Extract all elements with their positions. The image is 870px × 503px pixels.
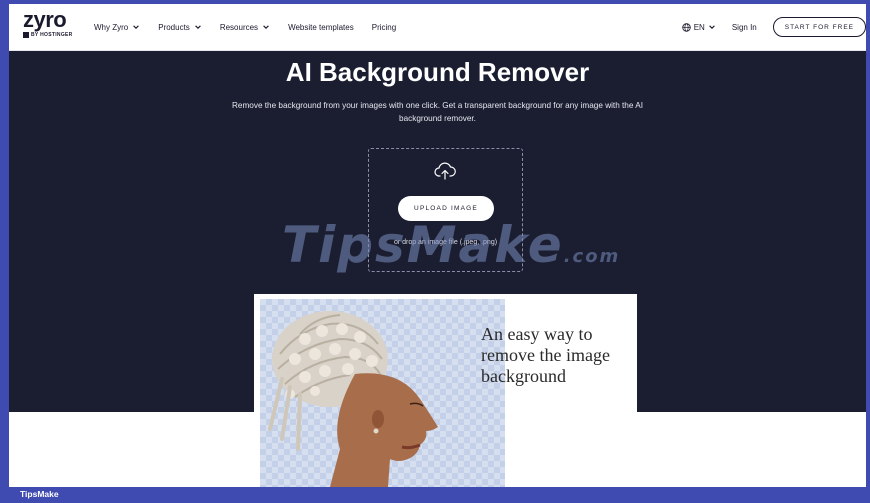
nav-item-pricing[interactable]: Pricing xyxy=(372,23,396,32)
language-selector[interactable]: EN xyxy=(681,22,716,32)
image-drop-zone[interactable]: UPLOAD IMAGE or drop an image file (.jpe… xyxy=(368,148,523,272)
footer-brand: TipsMake xyxy=(20,489,59,499)
cloud-upload-icon xyxy=(434,162,456,180)
chevron-down-icon xyxy=(195,25,201,29)
logo-byline-text: BY HOSTINGER xyxy=(31,32,73,38)
logo-wordmark: zyro xyxy=(23,7,67,32)
demo-portrait-image xyxy=(260,299,505,487)
frame-right-border xyxy=(866,0,870,503)
hero-subtitle: Remove the background from your images w… xyxy=(232,101,643,123)
start-for-free-button[interactable]: START FOR FREE xyxy=(772,17,866,37)
nav-item-label: Website templates xyxy=(288,22,354,32)
hostinger-icon xyxy=(23,32,29,38)
portrait-illustration xyxy=(268,311,438,487)
chevron-down-icon xyxy=(263,25,269,29)
nav-item-label: Why Zyro xyxy=(94,22,129,32)
logo-byline: BY HOSTINGER xyxy=(23,32,83,38)
frame-left-border xyxy=(0,0,9,503)
zyro-logo[interactable]: zyro BY HOSTINGER xyxy=(23,7,83,44)
page-title: AI Background Remover xyxy=(285,57,590,87)
chevron-down-icon xyxy=(709,25,715,29)
upload-image-button[interactable]: UPLOAD IMAGE xyxy=(398,196,494,221)
nav-item-products[interactable]: Products xyxy=(158,23,202,32)
main-nav: Why Zyro Products Resources Website temp… xyxy=(94,4,396,50)
language-label: EN xyxy=(693,22,705,32)
demo-card: An easy way to remove the image backgrou… xyxy=(254,294,637,487)
chevron-down-icon xyxy=(133,25,140,29)
sign-in-link[interactable]: Sign In xyxy=(732,23,757,32)
demo-caption: An easy way to remove the image backgrou… xyxy=(481,324,610,386)
globe-icon xyxy=(681,22,691,32)
nav-item-resources[interactable]: Resources xyxy=(220,23,270,32)
nav-item-label: Resources xyxy=(219,22,259,32)
nav-item-website-templates[interactable]: Website templates xyxy=(288,23,354,32)
nav-item-label: Pricing xyxy=(371,22,397,32)
header-actions: EN Sign In START FOR FREE xyxy=(681,4,866,50)
nav-item-why-zyro[interactable]: Why Zyro xyxy=(94,23,140,32)
nav-item-label: Products xyxy=(158,22,190,32)
site-header: zyro BY HOSTINGER Why Zyro Products Reso… xyxy=(9,4,866,51)
footer-bar: TipsMake xyxy=(0,487,870,503)
drop-hint: or drop an image file (.jpeg, .png) xyxy=(393,239,498,246)
